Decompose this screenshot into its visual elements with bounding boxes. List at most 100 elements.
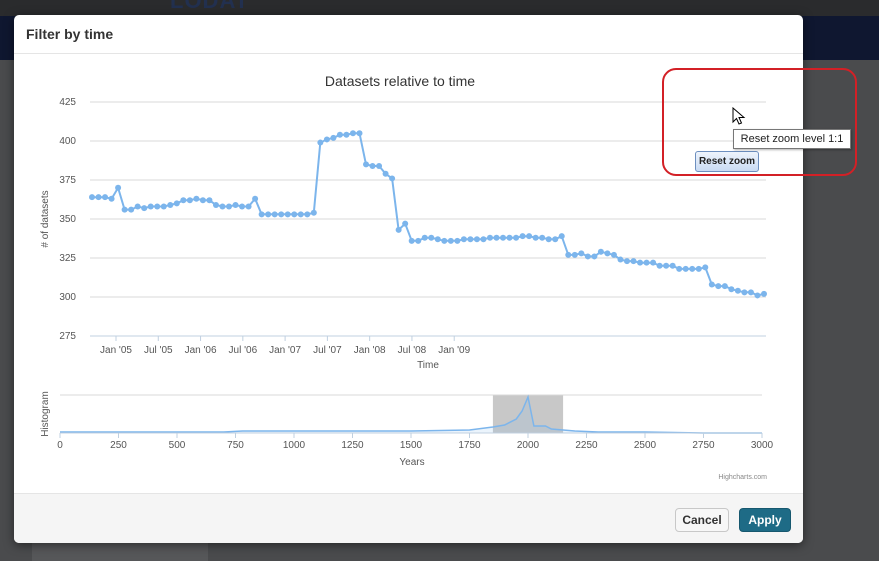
data-point [147,203,154,210]
data-point [689,265,696,272]
data-point [434,236,441,243]
cancel-button[interactable]: Cancel [675,508,729,532]
data-point [336,131,343,138]
dialog-title: Filter by time [26,26,114,42]
x-tick-label: Jul '07 [313,345,342,356]
navigator-tick-label: 0 [57,440,63,451]
data-point [708,281,715,288]
data-point [323,136,330,143]
data-point [330,134,337,141]
data-point [232,201,239,208]
data-point [199,197,206,204]
data-point [650,259,657,266]
data-point [265,211,272,218]
data-point [108,195,115,202]
data-point [558,233,565,240]
navigator-tick-label: 2500 [634,440,657,451]
data-point [389,175,396,182]
apply-button[interactable]: Apply [739,508,791,532]
data-point [493,234,500,241]
data-point [623,258,630,265]
navigator-tick-label: 250 [110,440,127,451]
data-point [506,234,513,241]
data-point [545,236,552,243]
data-point [447,237,454,244]
data-point [245,203,252,210]
data-point [297,211,304,218]
data-point [186,197,193,204]
x-tick-label: Jul '05 [144,345,173,356]
data-point [604,250,611,257]
navigator-tick-label: 1000 [283,440,306,451]
data-point [663,262,670,269]
data-point [284,211,291,218]
data-point [219,203,226,210]
data-point [669,262,676,269]
data-point [539,234,546,241]
y-axis-label: # of datasets [40,190,51,247]
data-point [193,195,200,202]
navigator-y-axis-label: Histogram [40,391,51,437]
data-point [552,236,559,243]
data-point [734,287,741,294]
data-point [715,283,722,290]
data-point [317,139,324,146]
data-point [676,265,683,272]
data-point [454,237,461,244]
data-point [356,130,363,137]
data-point [480,236,487,243]
data-point [102,194,109,201]
data-point [278,211,285,218]
data-point [343,131,350,138]
data-point [349,130,356,137]
credits-link: Highcharts.com [718,474,767,481]
data-point [519,233,526,240]
data-point [617,256,624,263]
y-tick-label: 375 [59,175,76,186]
navigator-tick-label: 2750 [692,440,715,451]
data-point [467,236,474,243]
y-tick-label: 275 [59,331,76,342]
data-point [578,250,585,257]
data-point [271,211,278,218]
data-point [486,234,493,241]
y-tick-label: 350 [59,214,76,225]
data-point [473,236,480,243]
navigator-tick-label: 1500 [400,440,423,451]
chart-title: Datasets relative to time [325,73,475,89]
histogram-area [60,397,762,433]
navigator-tick-label: 3000 [751,440,774,451]
data-point [761,290,767,297]
data-point [160,203,167,210]
data-point [656,262,663,269]
data-point [408,237,415,244]
data-point [500,234,507,241]
data-point [395,226,402,233]
main-line-chart[interactable]: Datasets relative to time 275 300 325 350 375… [40,73,767,371]
data-point [584,253,591,260]
data-point [630,258,637,265]
data-point [591,253,598,260]
data-point [637,259,644,266]
x-tick-label: Jan '05 [100,345,132,356]
navigator-tick-label: 2250 [575,440,598,451]
data-point [363,161,370,168]
data-point [428,234,435,241]
data-point [571,251,578,258]
data-point [441,237,448,244]
data-point [115,184,122,191]
y-tick-label: 425 [59,97,76,108]
dialog-header: Filter by time [14,15,803,54]
x-tick-label: Jan '07 [269,345,301,356]
navigator-x-axis-label: Years [399,457,424,468]
data-point [291,211,298,218]
x-tick-label: Jan '08 [354,345,386,356]
histogram-navigator[interactable]: 0 250 500 750 1000 1250 1500 1750 2000 2250 2500 27… [40,391,774,481]
data-point [89,194,95,201]
data-point [206,197,213,204]
data-point [167,201,174,208]
x-tick-label: Jan '06 [185,345,217,356]
background-topbar [0,0,879,16]
data-point [258,211,265,218]
data-point [532,234,539,241]
